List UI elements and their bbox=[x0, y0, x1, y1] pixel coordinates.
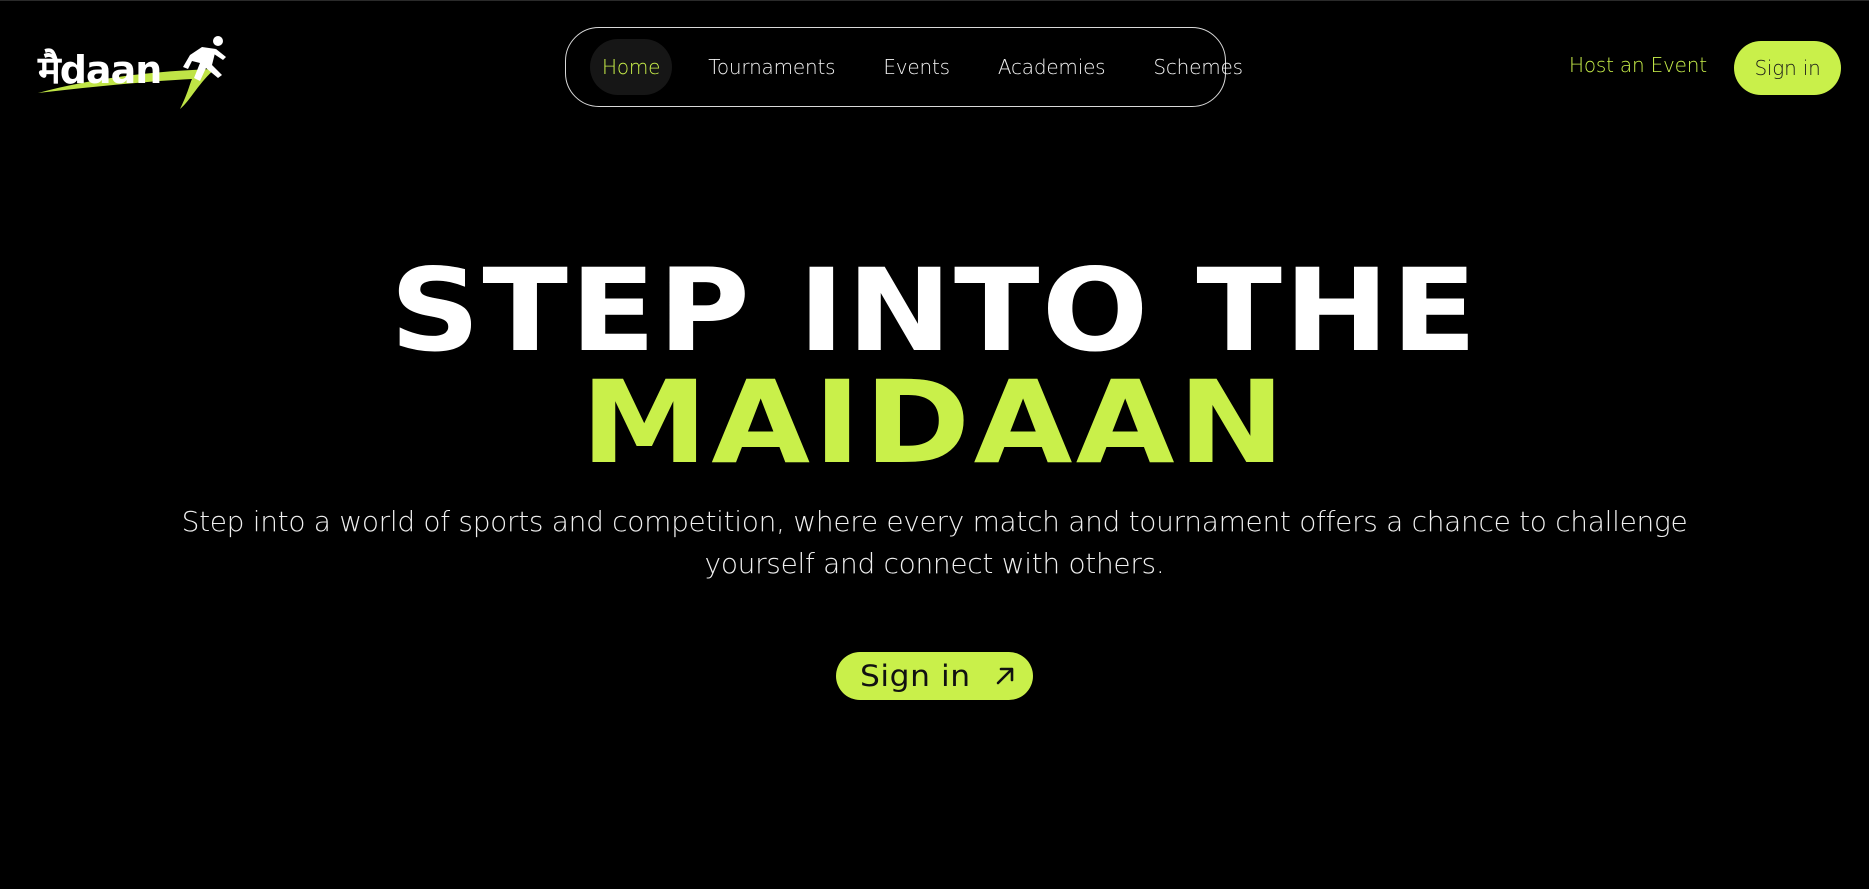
arrow-up-right-icon bbox=[996, 667, 1014, 685]
runner-logo-icon: मैdaan bbox=[37, 36, 226, 109]
nav-academies[interactable]: Academies bbox=[986, 39, 1118, 95]
hero-heading-line1: STEP INTO THE bbox=[389, 244, 1480, 377]
hero-signin-label: Sign in bbox=[860, 659, 971, 693]
brand-logo[interactable]: मैdaan bbox=[30, 31, 230, 111]
nav-home[interactable]: Home bbox=[590, 39, 673, 95]
landing-page: मैdaan Home Tournaments Events Academies… bbox=[0, 0, 1869, 889]
nav-schemes[interactable]: Schemes bbox=[1141, 39, 1254, 95]
host-event-link[interactable]: Host an Event bbox=[1569, 53, 1707, 77]
hero-signin-button[interactable]: Sign in bbox=[836, 652, 1033, 700]
main-nav: Home Tournaments Events Academies Scheme… bbox=[565, 27, 1243, 107]
nav-tournaments[interactable]: Tournaments bbox=[696, 39, 847, 95]
header-signin-button[interactable]: Sign in bbox=[1734, 41, 1841, 95]
svg-text:मैdaan: मैdaan bbox=[37, 48, 161, 92]
hero-subtitle: Step into a world of sports and competit… bbox=[181, 505, 1688, 580]
nav-events[interactable]: Events bbox=[871, 39, 962, 95]
hero-heading-line2: MAIDAAN bbox=[580, 356, 1289, 489]
